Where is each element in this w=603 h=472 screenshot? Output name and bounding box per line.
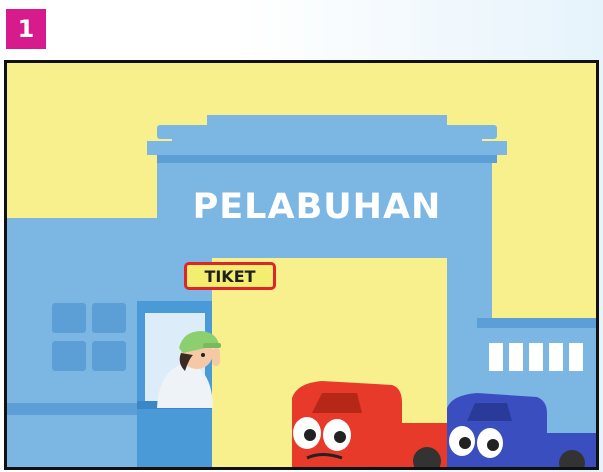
ticket-sign: TIKET: [184, 262, 276, 290]
comic-panel: PELABUHAN TIKET: [4, 60, 599, 470]
page-number-badge: 1: [6, 9, 46, 49]
harbor-gate-title: PELABUHAN: [192, 187, 442, 227]
harbor-scene-illustration: [7, 63, 596, 467]
